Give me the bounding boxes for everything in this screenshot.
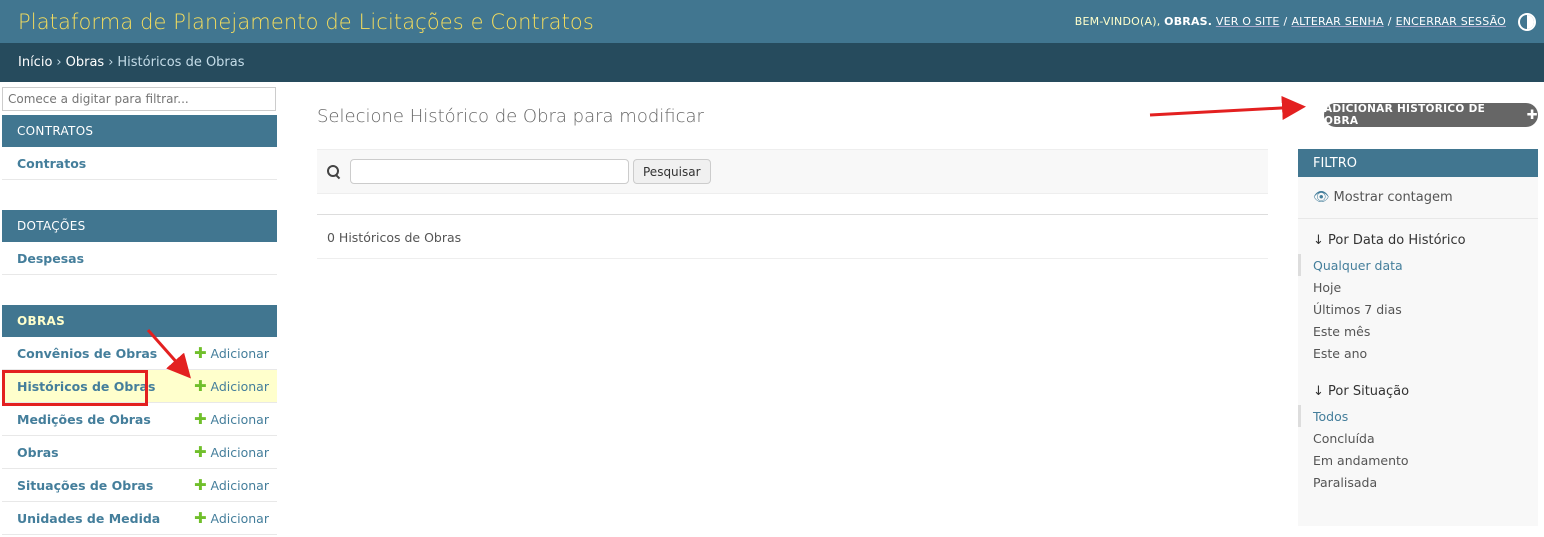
breadcrumb: Início › Obras › Históricos de Obras	[0, 43, 1544, 82]
sidebar-item-unidades: Unidades de Medida ✚ Adicionar	[2, 502, 277, 535]
sidebar-item-situacoes: Situações de Obras ✚ Adicionar	[2, 469, 277, 502]
plus-icon: ✚	[1526, 107, 1538, 123]
breadcrumb-home[interactable]: Início	[18, 55, 52, 70]
plus-icon: ✚	[193, 409, 207, 428]
header: Plataforma de Planejamento de Licitações…	[0, 0, 1544, 43]
filter-option[interactable]: Concluída	[1298, 427, 1538, 449]
model-link[interactable]: Convênios de Obras	[17, 346, 157, 361]
add-label: Adicionar	[210, 444, 269, 460]
filter-list-situacao: Todos Concluída Em andamento Paralisada	[1298, 405, 1538, 493]
add-label: Adicionar	[210, 510, 269, 526]
filter-option[interactable]: Este mês	[1298, 320, 1538, 342]
module-caption[interactable]: CONTRATOS	[2, 115, 277, 147]
arrow-to-add-button	[1149, 95, 1306, 120]
add-link[interactable]: ✚ Adicionar	[193, 343, 269, 362]
separator: /	[1283, 15, 1288, 28]
filter-option[interactable]: Últimos 7 dias	[1298, 298, 1538, 320]
model-link[interactable]: Unidades de Medida	[17, 511, 160, 526]
user-tools: BEM-VINDO(A), OBRAS. VER O SITE / ALTERA…	[1074, 12, 1536, 31]
filter-option[interactable]: Qualquer data	[1298, 254, 1538, 276]
model-link[interactable]: Situações de Obras	[17, 478, 153, 493]
sidebar-item-convenios: Convênios de Obras ✚ Adicionar	[2, 337, 277, 370]
site-name[interactable]: Plataforma de Planejamento de Licitações…	[18, 10, 594, 34]
search-button[interactable]: Pesquisar	[633, 159, 711, 184]
highlight-box	[2, 370, 148, 406]
plus-icon: ✚	[193, 508, 207, 527]
model-link[interactable]: Obras	[17, 445, 59, 460]
view-site-link[interactable]: VER O SITE	[1216, 15, 1280, 28]
model-link[interactable]: Despesas	[17, 251, 84, 266]
sidebar-item-despesas: Despesas	[2, 242, 277, 275]
add-historico-button[interactable]: ADICIONAR HISTÓRICO DE OBRA ✚	[1324, 103, 1538, 127]
divider	[317, 214, 1268, 215]
plus-icon: ✚	[193, 376, 207, 395]
breadcrumb-app[interactable]: Obras	[66, 55, 105, 70]
module-caption[interactable]: DOTAÇÕES	[2, 210, 277, 242]
welcome-text: BEM-VINDO(A),	[1074, 15, 1161, 28]
eye-icon: 👁	[1313, 190, 1330, 205]
add-link[interactable]: ✚ Adicionar	[193, 442, 269, 461]
search-toolbar: Pesquisar	[317, 149, 1268, 194]
add-button-label: ADICIONAR HISTÓRICO DE OBRA	[1324, 103, 1486, 127]
nav-filter-input[interactable]	[2, 87, 276, 111]
sidebar-item-contratos: Contratos	[2, 147, 277, 180]
module-caption[interactable]: OBRAS	[2, 305, 277, 337]
show-counts-link[interactable]: 👁 Mostrar contagem	[1298, 177, 1538, 219]
divider	[317, 258, 1268, 259]
plus-icon: ✚	[193, 475, 207, 494]
add-link[interactable]: ✚ Adicionar	[193, 475, 269, 494]
filter-heading-date[interactable]: ↓ Por Data do Histórico	[1298, 219, 1538, 254]
add-label: Adicionar	[210, 411, 269, 427]
theme-toggle-icon[interactable]	[1518, 12, 1536, 31]
show-counts-label: Mostrar contagem	[1333, 190, 1453, 205]
filter-option[interactable]: Hoje	[1298, 276, 1538, 298]
filter-option[interactable]: Paralisada	[1298, 471, 1538, 493]
result-count: 0 Históricos de Obras	[327, 230, 462, 245]
add-link[interactable]: ✚ Adicionar	[193, 409, 269, 428]
nav-sidebar: CONTRATOS Contratos DOTAÇÕES Despesas OB…	[2, 87, 277, 535]
plus-icon: ✚	[193, 343, 207, 362]
sidebar-item-medicoes: Medições de Obras ✚ Adicionar	[2, 403, 277, 436]
module-obras: OBRAS Convênios de Obras ✚ Adicionar Hist…	[2, 305, 277, 535]
filter-list-date: Qualquer data Hoje Últimos 7 dias Este m…	[1298, 254, 1538, 364]
model-link[interactable]: Medições de Obras	[17, 412, 151, 427]
change-password-link[interactable]: ALTERAR SENHA	[1291, 15, 1383, 28]
breadcrumb-separator: ›	[108, 55, 114, 70]
search-icon	[327, 164, 341, 179]
logout-link[interactable]: ENCERRAR SESSÃO	[1396, 15, 1506, 28]
add-label: Adicionar	[210, 345, 269, 361]
filter-option[interactable]: Todos	[1298, 405, 1538, 427]
module-dotacoes: DOTAÇÕES Despesas	[2, 210, 277, 275]
sidebar-item-obras: Obras ✚ Adicionar	[2, 436, 277, 469]
model-link[interactable]: Contratos	[17, 156, 86, 171]
add-link[interactable]: ✚ Adicionar	[193, 376, 269, 395]
module-contratos: CONTRATOS Contratos	[2, 115, 277, 180]
plus-icon: ✚	[193, 442, 207, 461]
add-link[interactable]: ✚ Adicionar	[193, 508, 269, 527]
filter-option[interactable]: Em andamento	[1298, 449, 1538, 471]
filter-heading-situacao[interactable]: ↓ Por Situação	[1298, 370, 1538, 405]
breadcrumb-current: Históricos de Obras	[117, 55, 245, 70]
breadcrumb-separator: ›	[56, 55, 62, 70]
filter-option[interactable]: Este ano	[1298, 342, 1538, 364]
user-name: OBRAS.	[1164, 15, 1213, 28]
filter-panel: FILTRO 👁 Mostrar contagem ↓ Por Data do …	[1298, 149, 1538, 526]
filter-title: FILTRO	[1298, 149, 1538, 177]
separator: /	[1387, 15, 1392, 28]
page-title: Selecione Histórico de Obra para modific…	[317, 106, 704, 127]
add-label: Adicionar	[210, 378, 269, 394]
add-label: Adicionar	[210, 477, 269, 493]
search-input[interactable]	[350, 159, 629, 184]
